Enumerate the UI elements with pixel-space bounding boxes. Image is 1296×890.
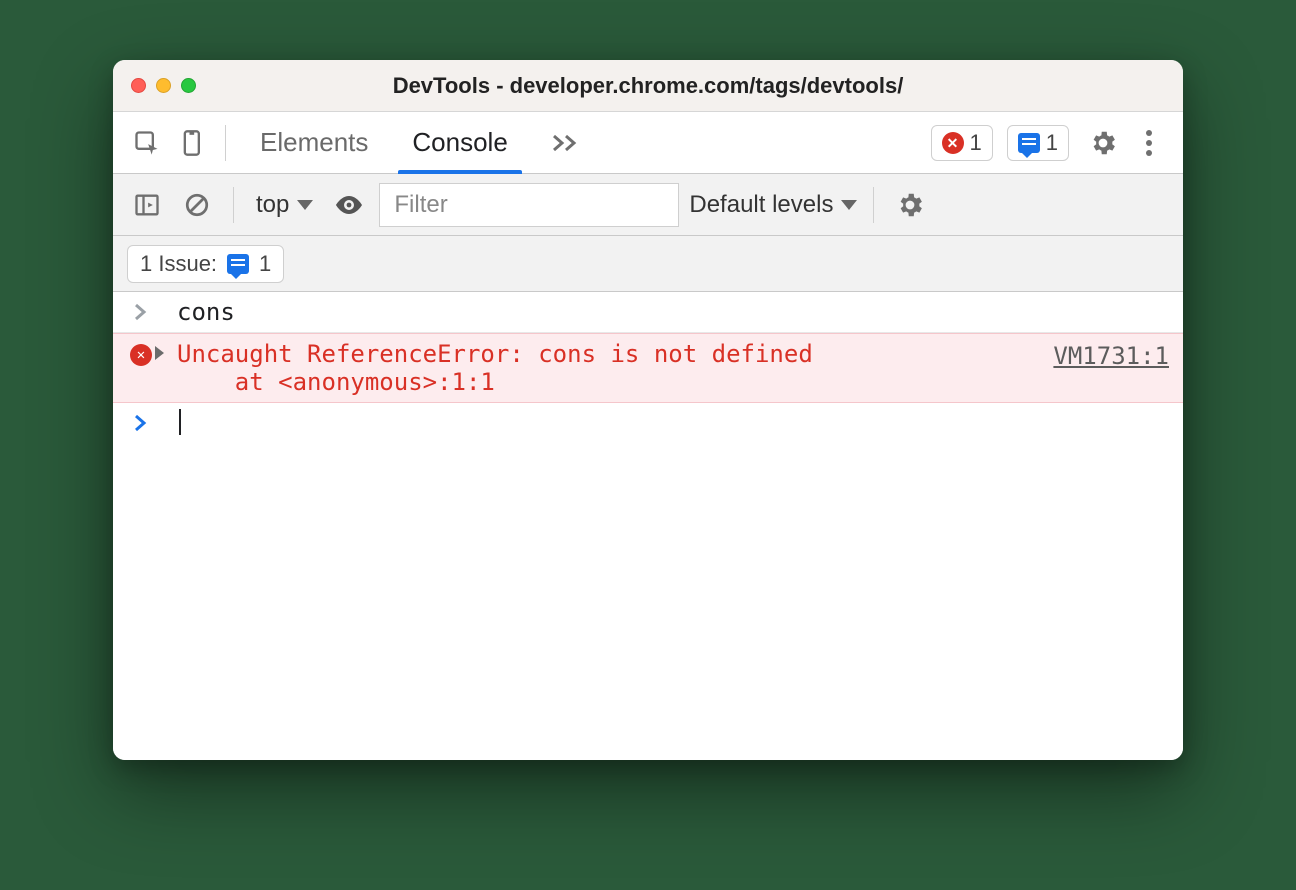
more-options-button[interactable] [1129,123,1169,163]
dropdown-caret-icon [841,200,857,210]
no-entry-icon [184,192,210,218]
issues-icon [227,254,249,274]
input-prompt-icon [127,298,155,322]
issues-count: 1 [259,251,271,277]
tab-console[interactable]: Console [390,112,529,173]
filter-input[interactable] [379,183,679,227]
console-prompt-row[interactable] [113,403,1183,443]
console-output[interactable]: cons ✕ Uncaught ReferenceError: cons is … [113,292,1183,760]
console-input-row: cons [113,292,1183,333]
issues-chip[interactable]: 1 Issue: 1 [127,245,284,283]
levels-label: Default levels [689,191,833,219]
issues-bar: 1 Issue: 1 [113,236,1183,292]
eye-icon [334,194,364,216]
error-source-link[interactable]: VM1731:1 [1033,340,1169,370]
issues-icon [1018,133,1040,153]
context-selector[interactable]: top [250,191,319,219]
console-error-row[interactable]: ✕ Uncaught ReferenceError: cons is not d… [113,333,1183,403]
issues-label: 1 Issue: [140,251,217,277]
log-levels-selector[interactable]: Default levels [689,191,857,219]
close-window-button[interactable] [131,78,146,93]
expand-error-button[interactable] [155,340,177,360]
context-label: top [256,191,289,219]
issues-count-value: 1 [1046,130,1058,156]
error-icon: ✕ [942,132,964,154]
more-tabs-button[interactable] [530,112,604,173]
text-cursor [179,409,181,435]
console-toolbar: top Default levels [113,174,1183,236]
issues-count-button[interactable]: 1 [1007,125,1069,161]
console-settings-button[interactable] [890,185,930,225]
separator [233,187,234,223]
device-toggle-icon[interactable] [173,123,213,163]
main-toolbar: Elements Console ✕ 1 1 [113,112,1183,174]
error-count-value: 1 [970,130,982,156]
separator [873,187,874,223]
clear-console-button[interactable] [177,185,217,225]
live-expression-button[interactable] [329,185,369,225]
dropdown-caret-icon [297,200,313,210]
console-input-text: cons [177,298,1169,326]
error-count-button[interactable]: ✕ 1 [931,125,993,161]
titlebar: DevTools - developer.chrome.com/tags/dev… [113,60,1183,112]
prompt-icon [127,409,155,433]
kebab-icon [1145,129,1153,157]
error-icon: ✕ [127,340,155,366]
maximize-window-button[interactable] [181,78,196,93]
chevron-double-right-icon [552,134,582,152]
separator [225,125,226,161]
toggle-console-sidebar-icon[interactable] [127,185,167,225]
window-title: DevTools - developer.chrome.com/tags/dev… [113,73,1183,99]
minimize-window-button[interactable] [156,78,171,93]
devtools-window: DevTools - developer.chrome.com/tags/dev… [113,60,1183,760]
gear-icon [1088,128,1118,158]
panel-tabs: Elements Console [238,112,604,173]
tab-elements[interactable]: Elements [238,112,390,173]
console-prompt-input[interactable] [177,409,1169,437]
gear-icon [895,190,925,220]
traffic-lights [131,78,196,93]
settings-button[interactable] [1083,123,1123,163]
inspect-element-icon[interactable] [127,123,167,163]
error-message: Uncaught ReferenceError: cons is not def… [177,340,1033,396]
